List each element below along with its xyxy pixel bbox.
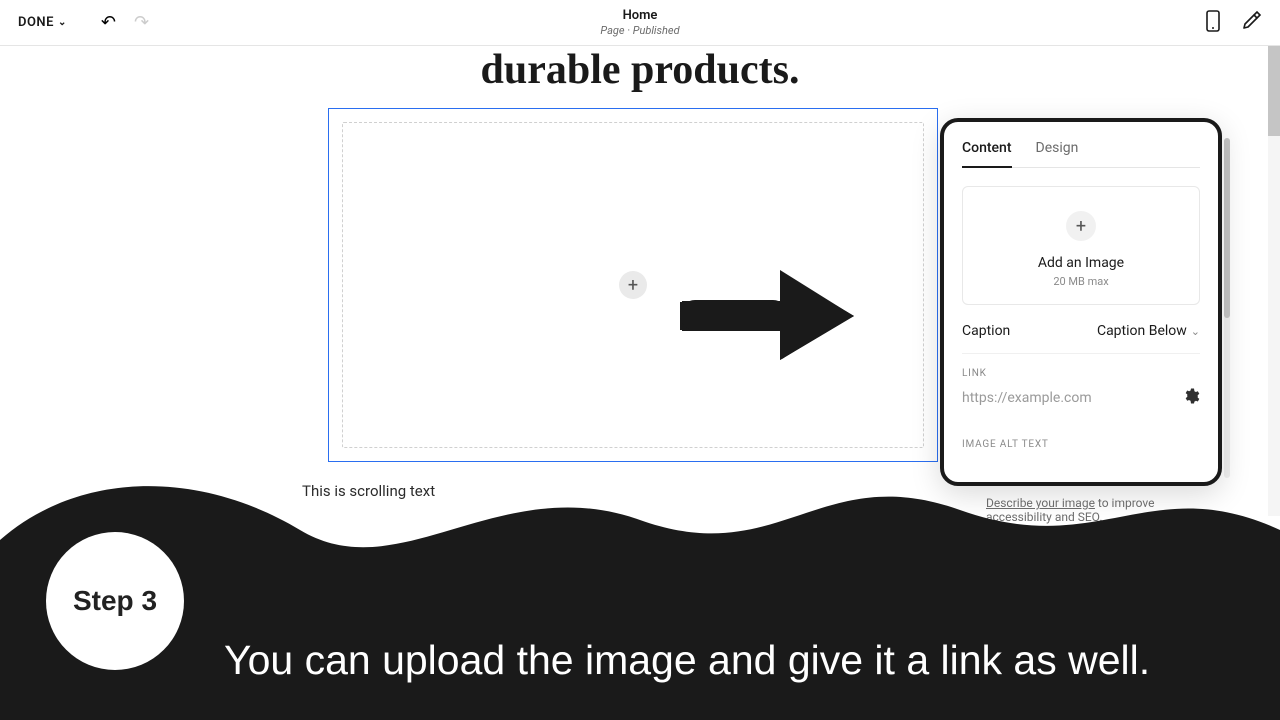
done-label: DONE [18, 15, 54, 30]
add-image-label: Add an Image [973, 255, 1189, 271]
gear-icon[interactable] [1182, 387, 1200, 409]
add-image-uploader[interactable]: + Add an Image 20 MB max [962, 186, 1200, 305]
caption-label: Caption [962, 323, 1010, 339]
alt-text-section-label: IMAGE ALT TEXT [962, 439, 1200, 450]
done-button[interactable]: DONE ⌄ [18, 15, 67, 30]
editor-canvas: durable products. + This is scrolling te… [0, 46, 1280, 720]
tutorial-step-text: You can upload the image and give it a l… [224, 633, 1204, 688]
image-block-settings-panel: Content Design + Add an Image 20 MB max … [940, 118, 1222, 486]
editor-toolbar: DONE ⌄ ↶ ↷ Home Page · Published [0, 0, 1280, 46]
tutorial-arrow-icon [680, 268, 854, 368]
chevron-down-icon: ⌄ [1191, 325, 1200, 338]
page-title: Home [600, 8, 679, 23]
mobile-preview-icon[interactable] [1204, 10, 1222, 36]
tutorial-step-badge: Step 3 [46, 532, 184, 670]
paintbrush-icon[interactable] [1242, 10, 1262, 36]
link-input[interactable]: https://example.com [962, 390, 1092, 406]
link-row: https://example.com [962, 387, 1200, 419]
toolbar-right [1204, 10, 1262, 36]
redo-icon[interactable]: ↷ [134, 12, 149, 33]
page-heading: durable products. [0, 46, 1280, 94]
undo-redo-group: ↶ ↷ [101, 12, 149, 33]
caption-row[interactable]: Caption Caption Below ⌄ [962, 305, 1200, 354]
canvas-scrollbar[interactable] [1268, 46, 1280, 516]
settings-tabs: Content Design [962, 140, 1200, 168]
popover-scrollbar-thumb[interactable] [1224, 138, 1230, 318]
tutorial-step-label: Step 3 [73, 585, 157, 617]
popover-scrollbar[interactable] [1224, 138, 1230, 478]
caption-value: Caption Below [1097, 323, 1187, 339]
add-image-placeholder-button[interactable]: + [619, 271, 647, 299]
tab-content[interactable]: Content [962, 140, 1012, 168]
toolbar-left: DONE ⌄ ↶ ↷ [18, 12, 149, 33]
chevron-down-icon: ⌄ [58, 17, 67, 28]
caption-dropdown[interactable]: Caption Below ⌄ [1097, 323, 1200, 339]
add-image-sublabel: 20 MB max [973, 275, 1189, 288]
tab-design[interactable]: Design [1036, 140, 1079, 167]
canvas-scrollbar-thumb[interactable] [1268, 46, 1280, 136]
plus-icon: + [1066, 211, 1096, 241]
undo-icon[interactable]: ↶ [101, 12, 116, 33]
toolbar-center: Home Page · Published [600, 8, 679, 37]
page-subtitle: Page · Published [600, 24, 679, 37]
link-section-label: LINK [962, 368, 1200, 379]
plus-icon: + [628, 275, 638, 296]
